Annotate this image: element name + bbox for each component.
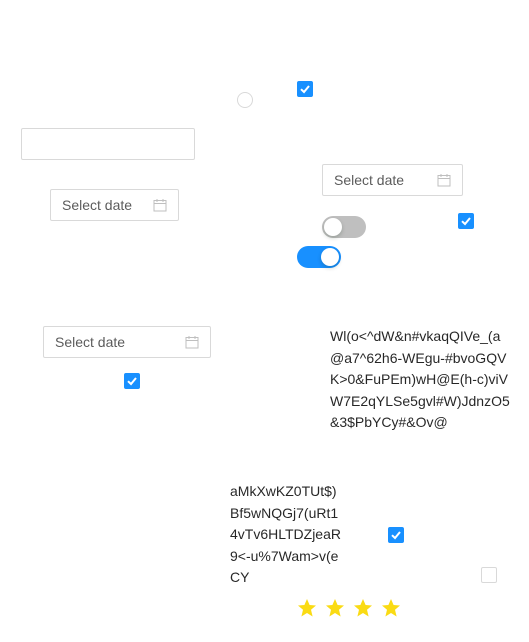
checkbox-4[interactable] bbox=[388, 527, 404, 543]
switch-handle bbox=[321, 248, 339, 266]
text-input[interactable] bbox=[21, 128, 195, 160]
star-icon[interactable] bbox=[297, 598, 317, 618]
date-picker-1[interactable]: Select date bbox=[322, 164, 463, 196]
checkmark-icon bbox=[300, 85, 310, 94]
toggle-switch-1[interactable] bbox=[322, 216, 366, 238]
text-block-2: aMkXwKZ0TUt$)Bf5wNQGj7(uRt14vTv6HLTDZjea… bbox=[230, 483, 341, 585]
calendar-icon bbox=[185, 335, 199, 349]
toggle-switch-2[interactable] bbox=[297, 246, 341, 268]
checkbox-1[interactable] bbox=[297, 81, 313, 97]
radio-button[interactable] bbox=[237, 92, 253, 108]
date-picker-3[interactable]: Select date bbox=[43, 326, 211, 358]
calendar-icon bbox=[437, 173, 451, 187]
star-icon[interactable] bbox=[353, 598, 373, 618]
checkbox-3[interactable] bbox=[124, 373, 140, 389]
checkbox-2[interactable] bbox=[458, 213, 474, 229]
checkmark-icon bbox=[391, 531, 401, 540]
star-icon[interactable] bbox=[325, 598, 345, 618]
checkbox-5[interactable] bbox=[481, 567, 497, 583]
date-picker-2[interactable]: Select date bbox=[50, 189, 179, 221]
star-rating[interactable] bbox=[297, 598, 401, 618]
star-icon[interactable] bbox=[381, 598, 401, 618]
calendar-icon bbox=[153, 198, 167, 212]
date-picker-placeholder: Select date bbox=[62, 197, 133, 213]
checkmark-icon bbox=[461, 217, 471, 226]
switch-handle bbox=[324, 218, 342, 236]
checkmark-icon bbox=[127, 377, 137, 386]
text-block-1: Wl(o<^dW&n#vkaqQIVe_(a@a7^62h6-WEgu-#bvo… bbox=[330, 328, 510, 430]
date-picker-placeholder: Select date bbox=[334, 172, 405, 188]
date-picker-placeholder: Select date bbox=[55, 334, 126, 350]
